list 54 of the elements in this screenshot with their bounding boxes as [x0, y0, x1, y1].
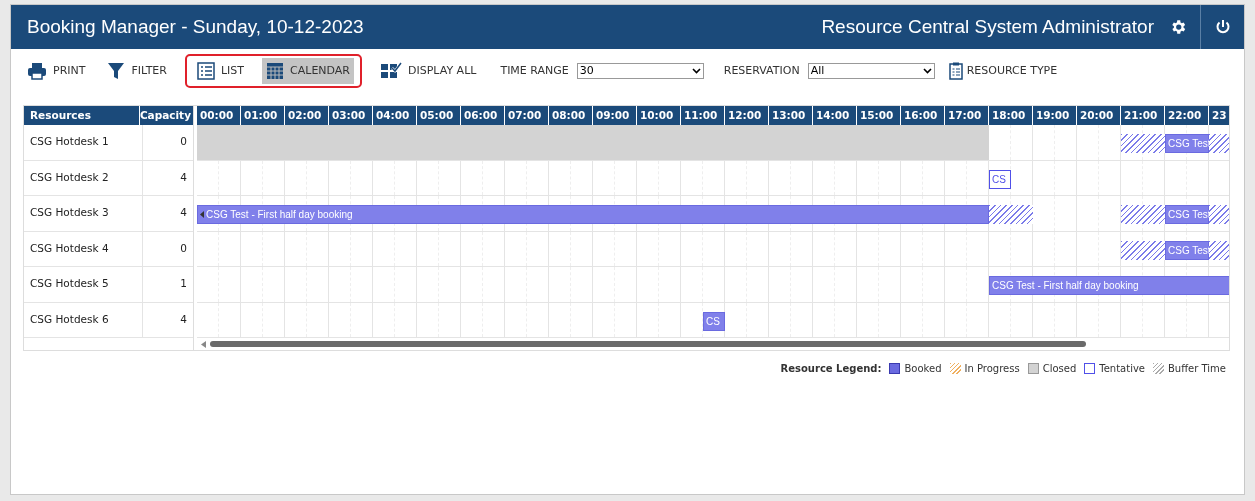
column-header: Resources [24, 106, 140, 125]
legend-label: Tentative [1099, 362, 1145, 376]
reservation-select[interactable]: All [807, 63, 935, 79]
legend-label: Booked [904, 362, 942, 376]
toolbar-button[interactable]: FILTER [103, 58, 171, 84]
legend-label: In Progress [964, 362, 1020, 376]
booking-label: CS [706, 314, 720, 329]
toolbar-button[interactable]: DISPLAY ALL [376, 58, 481, 84]
time-range-label: TIME RANGE [500, 62, 569, 79]
printer-icon [27, 62, 47, 80]
resource-name: CSG Hotdesk 1 [24, 125, 143, 160]
hour-header: 18:00 [989, 106, 1033, 125]
resource-name: CSG Hotdesk 3 [24, 196, 143, 231]
scrollbar-thumb[interactable] [210, 341, 1086, 347]
resource-name: CSG Hotdesk 2 [24, 160, 143, 195]
column-header: Capacity [139, 108, 192, 123]
capacity-cell-text: 1 [179, 276, 188, 291]
resource-name: CSG Hotdesk 6 [24, 302, 143, 337]
reservation-label: RESERVATION [723, 62, 800, 79]
list-icon [196, 62, 215, 80]
booking-label: CS [992, 172, 1006, 187]
capacity-cell-text: 4 [179, 205, 188, 220]
toolbar-button[interactable]: CALENDAR [262, 58, 354, 84]
calendar-icon [266, 62, 285, 80]
power-icon [1214, 19, 1231, 35]
toolbar-button[interactable]: LIST [192, 58, 249, 84]
hour-header: 21:00 [1121, 106, 1165, 125]
user-name: Resource Central System Administrator [821, 14, 1154, 39]
capacity-cell-text: 4 [179, 169, 188, 185]
resource-type-button[interactable]: RESOURCE TYPE [948, 62, 1058, 80]
booking-label: CSG Test - First half day booking [206, 208, 353, 222]
booking-label: CSG Test - First half day booking [992, 279, 1139, 293]
legend-title: Resource Legend: [780, 362, 882, 376]
resource-name: CSG Hotdesk 5 [24, 267, 143, 302]
filter-icon [107, 62, 126, 80]
hour-header: 22:00 [1165, 106, 1209, 125]
hour-header: 23 [1209, 106, 1229, 125]
tentative-block[interactable]: CS [989, 169, 1011, 189]
legend-label: Buffer Time [1168, 362, 1226, 376]
window-title: Booking Manager - Sunday, 10-12-2023 [26, 14, 365, 39]
scroll-left-icon[interactable] [201, 340, 206, 348]
chevron-down-icon [922, 68, 932, 74]
hour-header: 20:00 [1077, 106, 1121, 125]
checklist-icon [380, 62, 402, 80]
legend-label: Closed [1042, 362, 1077, 376]
clipboard-icon [948, 62, 963, 80]
chevron-down-icon [691, 68, 701, 74]
resource-name: CSG Hotdesk 4 [24, 231, 143, 266]
capacity-cell-text: 0 [179, 134, 188, 149]
capacity-cell-text: 0 [179, 240, 188, 256]
time-range-select[interactable]: 30 [576, 63, 704, 79]
toolbar-button[interactable]: PRINT [23, 58, 90, 84]
capacity-cell-text: 4 [179, 311, 188, 327]
hour-header: 19:00 [1033, 106, 1077, 125]
